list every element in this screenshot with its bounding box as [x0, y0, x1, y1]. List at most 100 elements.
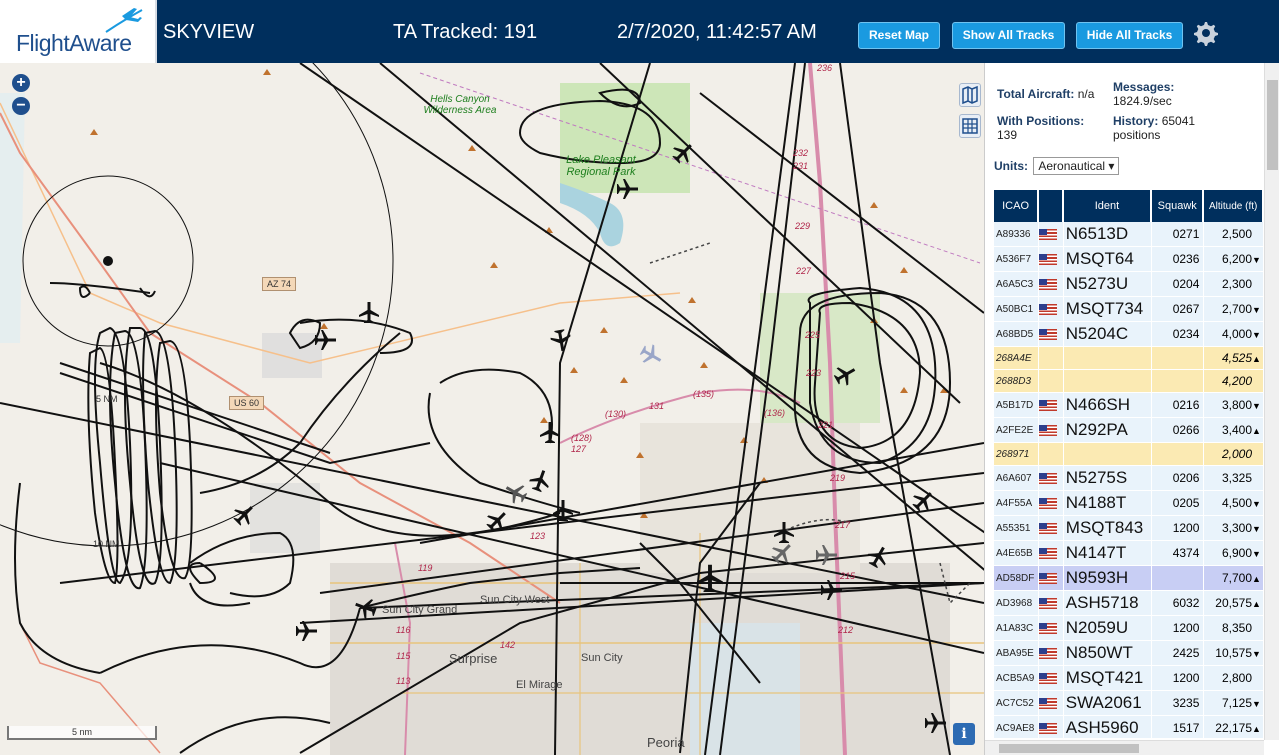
flightaware-logo[interactable]: FlightAware — [0, 0, 157, 63]
show-all-tracks-button[interactable]: Show All Tracks — [952, 22, 1065, 49]
hwy-142: 142 — [500, 640, 516, 650]
icao-cell: 268971 — [994, 443, 1040, 466]
icao-cell: ABA95E — [994, 641, 1040, 666]
squawk-cell: 0234 — [1152, 322, 1205, 347]
grid-toggle-button[interactable] — [959, 114, 981, 138]
aircraft-row[interactable]: AD3968 ASH5718 6032 20,575▲ — [994, 591, 1264, 616]
aircraft-row[interactable]: A89336 N6513D 0271 2,500 — [994, 222, 1264, 247]
aircraft-row[interactable]: A1A83C N2059U 1200 8,350 — [994, 616, 1264, 641]
icao-cell: AC7C52 — [994, 691, 1040, 716]
squawk-cell: 1200 — [1152, 666, 1205, 691]
col-flag[interactable] — [1039, 190, 1064, 222]
descend-arrow-icon: ▼ — [1252, 649, 1261, 659]
flag-cell — [1039, 466, 1064, 491]
ident-cell: N6513D — [1063, 222, 1153, 247]
hwy-225: 225 — [805, 330, 821, 340]
aircraft-row[interactable]: A68BD5 N5204C 0234 4,000▼ — [994, 322, 1264, 347]
col-ident[interactable]: Ident — [1063, 190, 1153, 222]
vertical-scrollbar[interactable] — [1264, 63, 1279, 740]
aircraft-row[interactable]: A2FE2E N292PA 0266 3,400▲ — [994, 418, 1264, 443]
altitude-value: 2,500 — [1221, 227, 1252, 241]
squawk-cell: 2425 — [1152, 641, 1205, 666]
messages-value: 1824.9/sec — [1113, 94, 1172, 108]
aircraft-row[interactable]: A4F55A N4188T 0205 4,500▼ — [994, 491, 1264, 516]
ring-10nm-label: 10 NM — [93, 539, 120, 549]
aircraft-row[interactable]: 268971 2,000 — [994, 443, 1264, 466]
icao-cell: A50BC1 — [994, 297, 1040, 322]
aircraft-row[interactable]: A50BC1 MSQT734 0267 2,700▼ — [994, 297, 1264, 322]
squawk-cell — [1152, 443, 1205, 466]
hwy-116: 116 — [396, 625, 411, 635]
altitude-value: 2,000 — [1221, 447, 1252, 461]
aircraft-row[interactable]: AC7C52 SWA2061 3235 7,125▼ — [994, 691, 1264, 716]
col-squawk[interactable]: Squawk — [1152, 190, 1205, 222]
squawk-cell: 4374 — [1152, 541, 1205, 566]
aircraft-row[interactable]: A55351 MSQT843 1200 3,300▼ — [994, 516, 1264, 541]
aircraft-row[interactable]: A4E65B N4147T 4374 6,900▼ — [994, 541, 1264, 566]
altitude-value: 7,700 — [1221, 571, 1252, 585]
map-layers-button[interactable] — [959, 83, 981, 107]
aircraft-row[interactable]: ACB5A9 MSQT421 1200 2,800 — [994, 666, 1264, 691]
altitude-value: 6,200 — [1221, 252, 1252, 266]
ident-cell: MSQT734 — [1063, 297, 1153, 322]
hwy-215: 215 — [840, 571, 856, 581]
col-altitude[interactable]: Altitude (ft) — [1204, 190, 1264, 222]
units-select[interactable]: Aeronautical ▾ — [1033, 157, 1120, 175]
us-flag-icon — [1039, 229, 1058, 241]
hide-all-tracks-button[interactable]: Hide All Tracks — [1076, 22, 1183, 49]
flag-cell — [1039, 443, 1064, 466]
scale-bar: 5 nm — [7, 726, 157, 740]
hwy-136: (136) — [764, 408, 786, 418]
gear-icon[interactable] — [1193, 20, 1219, 46]
aircraft-rows: A89336 N6513D 0271 2,500 A536F7 MSQT64 0236 6,2… — [994, 222, 1264, 738]
flag-cell — [1039, 297, 1064, 322]
squawk-cell — [1152, 370, 1205, 393]
aircraft-row[interactable]: 2688D3 4,200 — [994, 370, 1264, 393]
altitude-value: 2,800 — [1221, 671, 1252, 685]
aircraft-table: ICAO Ident Squawk Altitude (ft) A89336 N6… — [994, 190, 1264, 738]
aircraft-row[interactable]: AC9AE8 ASH5960 1517 22,175▲ — [994, 716, 1264, 738]
surprise-label: Surprise — [449, 651, 498, 666]
icao-cell: A2FE2E — [994, 418, 1040, 443]
aircraft-table-wrap[interactable]: ICAO Ident Squawk Altitude (ft) A89336 N6… — [994, 190, 1264, 738]
us-flag-icon — [1039, 623, 1058, 635]
ident-cell: N9593H — [1063, 566, 1153, 591]
info-button[interactable]: i — [953, 723, 975, 745]
hwy-231: 231 — [793, 161, 809, 171]
horizontal-scroll-thumb[interactable] — [999, 744, 1139, 753]
aircraft-row[interactable]: A5B17D N466SH 0216 3,800▼ — [994, 393, 1264, 418]
horizontal-scrollbar[interactable] — [985, 740, 1264, 755]
aircraft-row[interactable]: AD58DF N9593H 7,700▲ — [994, 566, 1264, 591]
ident-cell: MSQT64 — [1063, 247, 1153, 272]
zoom-out-button[interactable]: − — [12, 97, 30, 115]
history-stat: History: 65041 positions — [1113, 114, 1208, 142]
skyview-app: FlightAware SKYVIEW TA Tracked: 191 2/7/… — [0, 0, 1279, 755]
aircraft-row[interactable]: A536F7 MSQT64 0236 6,200▼ — [994, 247, 1264, 272]
descend-arrow-icon: ▼ — [1252, 305, 1261, 315]
col-icao[interactable]: ICAO — [994, 190, 1040, 222]
altitude-value: 2,700 — [1221, 302, 1252, 316]
us-flag-icon — [1039, 400, 1058, 412]
vertical-scroll-thumb[interactable] — [1267, 80, 1278, 170]
icao-cell: A1A83C — [994, 616, 1040, 641]
hwy-236: 236 — [817, 63, 833, 73]
flag-cell — [1039, 393, 1064, 418]
positions-stat: With Positions: 139 — [997, 114, 1084, 142]
altitude-cell: 20,575▲ — [1204, 591, 1264, 616]
squawk-cell: 1200 — [1152, 616, 1205, 641]
icao-cell: A89336 — [994, 222, 1040, 247]
ring-5nm-label: 5 NM — [96, 394, 118, 404]
aircraft-row[interactable]: A6A5C3 N5273U 0204 2,300 — [994, 272, 1264, 297]
icao-cell: AD3968 — [994, 591, 1040, 616]
altitude-cell: 4,200 — [1204, 370, 1264, 393]
aircraft-row[interactable]: 268A4E 4,525▲ — [994, 347, 1264, 370]
aircraft-row[interactable]: ABA95E N850WT 2425 10,575▼ — [994, 641, 1264, 666]
map-view[interactable]: Hells Canyon Wilderness Area Lake Pleasa… — [0, 63, 984, 755]
flag-cell — [1039, 616, 1064, 641]
aircraft-row[interactable]: A6A607 N5275S 0206 3,325 — [994, 466, 1264, 491]
reset-map-button[interactable]: Reset Map — [858, 22, 940, 49]
icao-cell: 268A4E — [994, 347, 1040, 370]
zoom-in-button[interactable]: + — [12, 74, 30, 92]
altitude-value: 3,325 — [1221, 471, 1252, 485]
peoria-label: Peoria — [647, 735, 685, 750]
